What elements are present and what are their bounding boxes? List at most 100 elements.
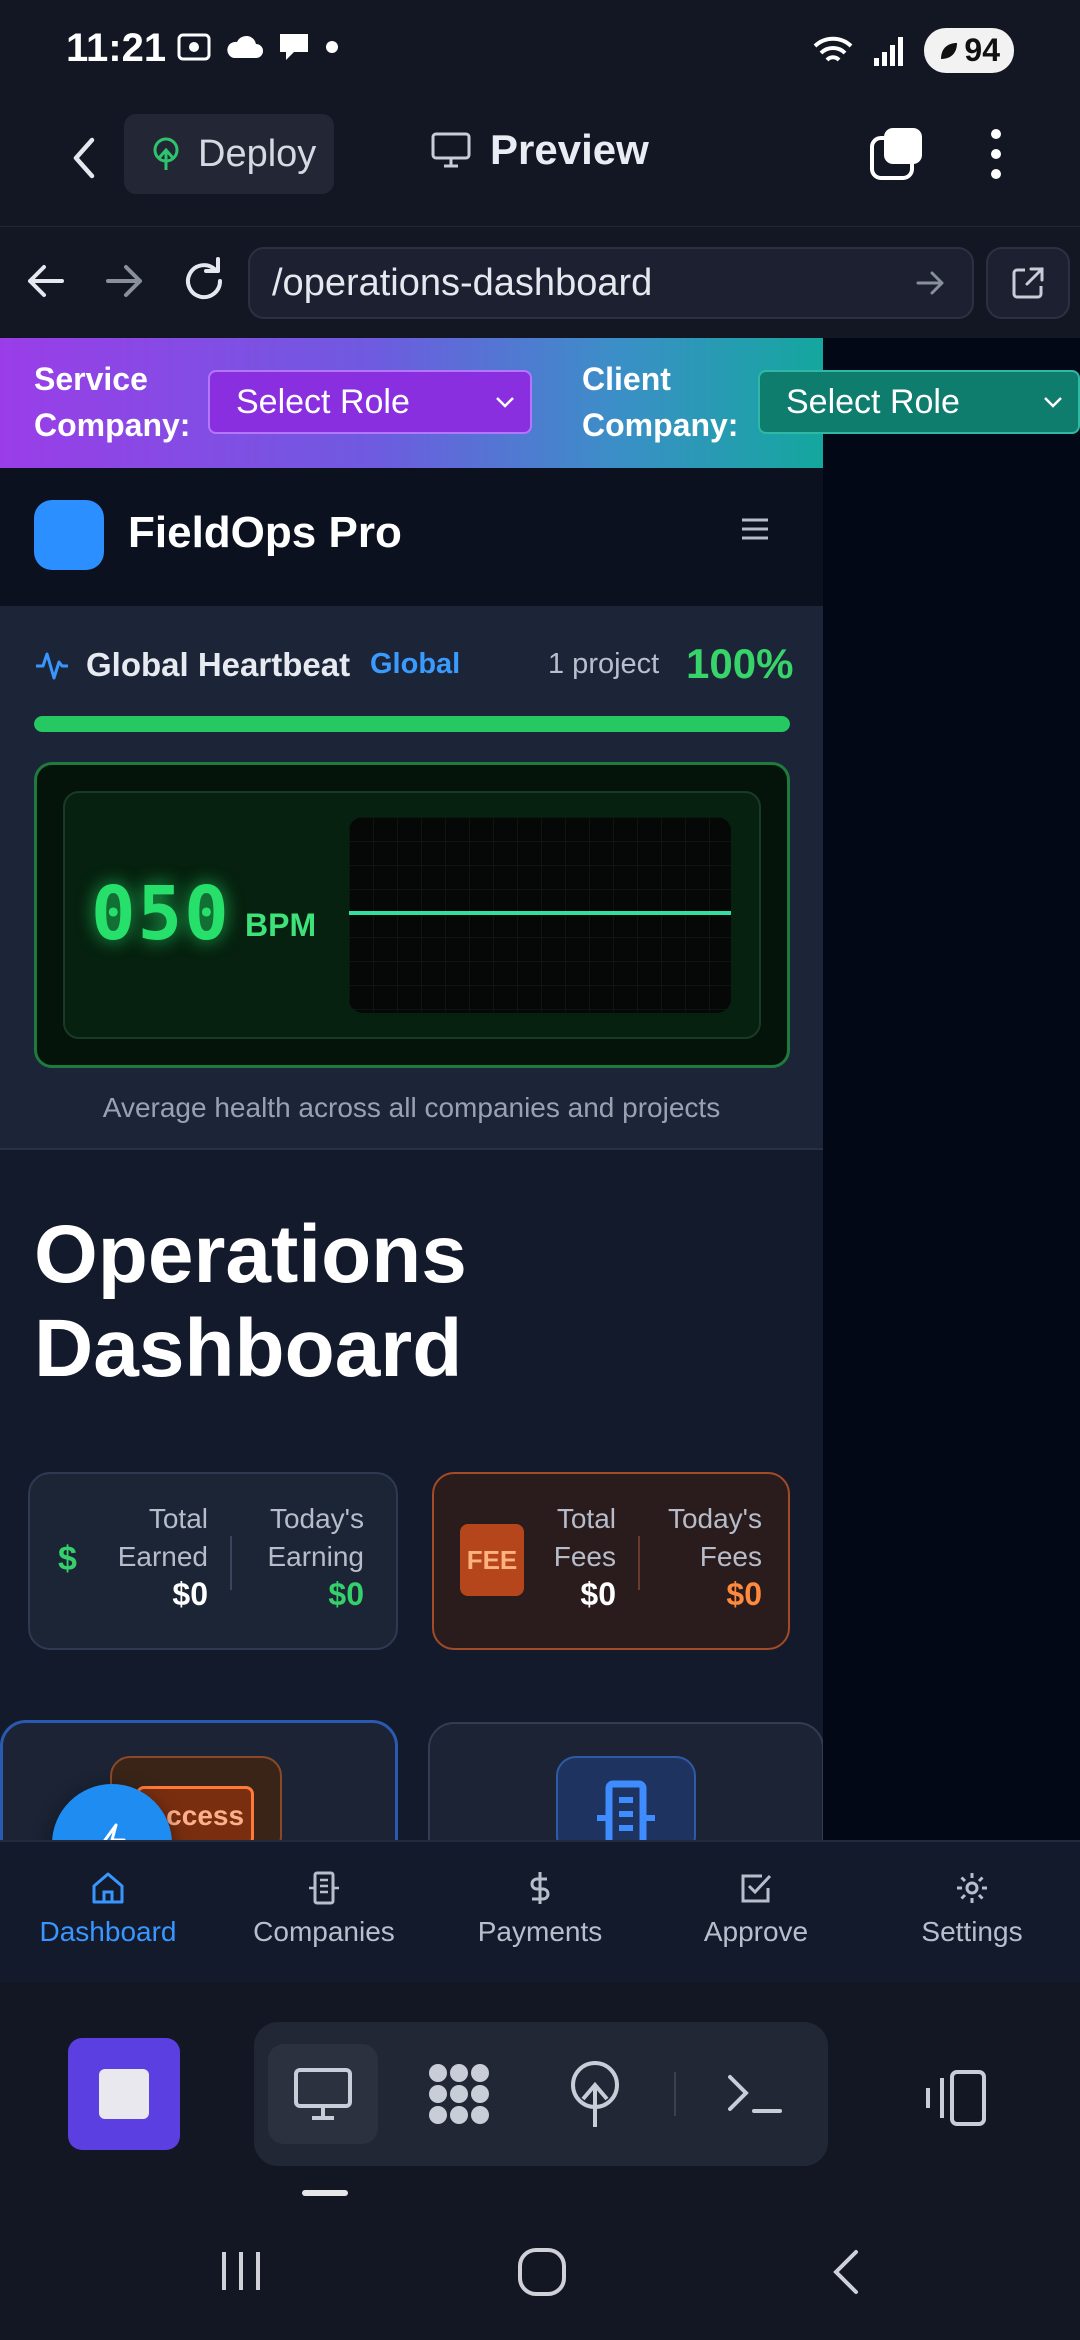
- chevron-down-icon: [496, 397, 514, 408]
- packages-icon: [429, 2064, 489, 2124]
- check-square-icon: [741, 1874, 772, 1903]
- dollar-icon: $: [58, 1540, 77, 1578]
- health-percent: 100%: [686, 640, 794, 687]
- stop-button[interactable]: [68, 2038, 180, 2150]
- building-icon: [597, 1780, 655, 1840]
- tabs-icon[interactable]: [866, 124, 926, 184]
- deploy-tool-button[interactable]: [540, 2044, 650, 2144]
- system-navigation: [0, 2204, 1080, 2340]
- role-selector-bar: Service Company: Select Role Client Comp…: [0, 338, 1080, 468]
- preview-tool-button[interactable]: [268, 2044, 378, 2144]
- app-logo: [34, 500, 104, 570]
- back-icon[interactable]: [56, 128, 116, 188]
- project-count: 1 project: [548, 648, 660, 680]
- url-input[interactable]: /operations-dashboard: [248, 247, 974, 319]
- todays-earning-value: $0: [328, 1576, 364, 1612]
- battery-indicator: 94: [924, 28, 1014, 73]
- nav-dashboard[interactable]: Dashboard: [0, 1842, 216, 1982]
- health-progress-fill: [34, 716, 790, 732]
- divider: [674, 2072, 676, 2116]
- page-title: Operations Dashboard: [34, 1209, 467, 1394]
- web-preview: Service Company: Select Role Client Comp…: [0, 338, 1080, 1840]
- activity-icon: [36, 652, 68, 680]
- status-right: 94: [812, 28, 1014, 73]
- bpm-unit: BPM: [245, 907, 317, 943]
- status-time: 11:21: [66, 26, 167, 70]
- nav-approve[interactable]: Approve: [648, 1842, 864, 1982]
- home-icon[interactable]: [516, 2246, 568, 2298]
- menu-icon[interactable]: [740, 516, 770, 542]
- notification-icons: [176, 30, 340, 64]
- go-arrow-icon[interactable]: [910, 263, 950, 303]
- dot-icon: [326, 41, 338, 53]
- system-back-icon[interactable]: [826, 2246, 866, 2298]
- building-icon-chip: [556, 1756, 696, 1840]
- cloud-icon: [227, 35, 263, 58]
- open-external-button[interactable]: [986, 247, 1070, 319]
- battery-level: 94: [964, 32, 1000, 68]
- fees-card[interactable]: FEE Total Fees $0 Today's Fees $0: [432, 1472, 790, 1650]
- building-icon: [309, 1871, 339, 1905]
- chevron-down-icon: [1044, 397, 1062, 408]
- scope-badge: Global: [370, 648, 461, 680]
- device-layout-icon[interactable]: [920, 2068, 990, 2128]
- heartbeat-caption: Average health across all companies and …: [102, 1092, 721, 1123]
- packages-tool-button[interactable]: [404, 2044, 514, 2144]
- deploy-icon: [153, 137, 179, 170]
- earnings-card[interactable]: $ Total Earned $0 Today's Earning $0: [28, 1472, 398, 1650]
- terminal-tool-button[interactable]: [700, 2044, 810, 2144]
- reload-icon[interactable]: [174, 251, 234, 311]
- nav-payments[interactable]: Payments: [432, 1842, 648, 1982]
- fee-badge-icon: FEE: [460, 1524, 524, 1596]
- lightning-icon: [103, 1823, 126, 1840]
- ide-toolbar: [0, 1982, 1080, 2184]
- divider: [230, 1536, 232, 1590]
- client-company-label: Client Company:: [582, 361, 739, 443]
- external-link-icon: [1012, 267, 1044, 299]
- signal-icon: [874, 36, 904, 66]
- monitor-screen: 050 BPM: [63, 791, 761, 1039]
- service-company-label: Service Company:: [34, 361, 191, 443]
- wifi-icon: [814, 36, 853, 62]
- monitor-icon: [431, 132, 471, 168]
- bpm-monitor: 050 BPM: [34, 762, 790, 1068]
- stop-icon: [99, 2069, 149, 2119]
- todays-fees-value: $0: [726, 1576, 762, 1612]
- dollar-icon: [530, 1872, 550, 1904]
- browser-forward-icon[interactable]: [94, 251, 154, 311]
- url-text: /operations-dashboard: [272, 261, 653, 304]
- battery-leaf-icon: [941, 42, 958, 59]
- home-indicator: [302, 2190, 348, 2196]
- divider: [638, 1536, 640, 1590]
- nav-companies[interactable]: Companies: [216, 1842, 432, 1982]
- ecg-trace: [349, 817, 731, 1013]
- client-role-select-overlay[interactable]: Select Role: [758, 370, 1080, 434]
- home-icon: [92, 1872, 124, 1904]
- tool-group: [254, 2022, 828, 2166]
- heartbeat-title: Global Heartbeat: [86, 646, 351, 683]
- app-header: Deploy Preview: [0, 100, 1080, 226]
- bpm-value: 050: [91, 871, 231, 957]
- empty-viewport-area: [823, 338, 1080, 1840]
- chat-icon: [280, 34, 308, 60]
- service-role-select[interactable]: Select Role: [208, 370, 532, 434]
- total-fees-value: $0: [580, 1576, 616, 1612]
- health-progress-bar: [34, 716, 790, 732]
- deploy-label: Deploy: [198, 132, 317, 175]
- brand-name: FieldOps Pro: [128, 508, 402, 557]
- brand-header: FieldOps Pro: [0, 468, 823, 606]
- deploy-icon: [571, 2061, 619, 2127]
- status-bar: 11:21 94: [0, 0, 1080, 100]
- app-panel: FieldOps Pro Global Heartbeat Global 1 p…: [0, 468, 824, 1840]
- bottom-navigation: Dashboard Companies Payments Approve Set…: [0, 1840, 1080, 1982]
- deploy-button[interactable]: Deploy: [124, 114, 334, 194]
- global-heartbeat-panel: Global Heartbeat Global 1 project 100% 0…: [0, 606, 823, 1150]
- preview-tab[interactable]: Preview: [430, 126, 649, 174]
- recent-apps-icon[interactable]: [216, 2246, 266, 2296]
- nav-settings[interactable]: Settings: [864, 1842, 1080, 1982]
- preview-label: Preview: [490, 126, 649, 173]
- more-options-icon[interactable]: [976, 124, 1016, 184]
- monitor-icon: [294, 2068, 352, 2120]
- browser-back-icon[interactable]: [16, 251, 76, 311]
- gear-icon: [957, 1873, 987, 1903]
